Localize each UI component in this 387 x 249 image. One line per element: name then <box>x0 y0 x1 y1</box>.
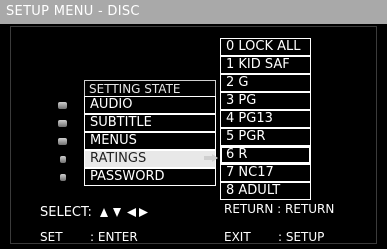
rating-option-4[interactable]: 4 PG13 <box>220 110 311 128</box>
menu-bullet-icon <box>60 174 66 181</box>
menu-item-ratings[interactable]: RATINGS <box>84 150 216 168</box>
menu-bullet-icon <box>60 156 66 163</box>
select-hint: SELECT: <box>40 205 150 220</box>
set-action: : ENTER <box>90 230 138 244</box>
menu-item-password[interactable]: PASSWORD <box>84 168 216 186</box>
menu-bullet-icon <box>58 138 67 145</box>
direction-arrows-icon <box>100 208 149 217</box>
arrow-left-icon <box>127 208 137 217</box>
return-hint: RETURN : RETURN <box>224 202 335 216</box>
menu-header: SETTING STATE <box>84 80 216 96</box>
rating-option-5[interactable]: 5 PGR <box>220 128 311 146</box>
rating-option-0[interactable]: 0 LOCK ALL <box>220 38 311 56</box>
menu-bullet-icon <box>58 102 67 109</box>
menu-item-menus[interactable]: MENUS <box>84 132 216 150</box>
rating-option-1[interactable]: 1 KID SAF <box>220 56 311 74</box>
menu-item-audio[interactable]: AUDIO <box>84 96 216 114</box>
arrow-right-icon <box>139 208 149 217</box>
exit-key: EXIT <box>224 230 251 244</box>
exit-action: : SETUP <box>278 230 325 244</box>
rating-option-7[interactable]: 7 NC17 <box>220 164 311 182</box>
rating-option-6[interactable]: 6 R <box>220 146 311 164</box>
pointer-icon <box>204 154 218 162</box>
rating-option-2[interactable]: 2 G <box>220 74 311 92</box>
menu-item-subtitle[interactable]: SUBTITLE <box>84 114 216 132</box>
rating-option-3[interactable]: 3 PG <box>220 92 311 110</box>
arrow-up-icon <box>100 208 109 217</box>
select-label: SELECT: <box>40 205 92 220</box>
arrow-down-icon <box>113 208 122 217</box>
menu-bullet-icon <box>58 120 67 127</box>
set-key: SET <box>40 230 63 244</box>
window-title: SETUP MENU - DISC <box>0 0 387 24</box>
rating-option-8[interactable]: 8 ADULT <box>220 182 311 200</box>
